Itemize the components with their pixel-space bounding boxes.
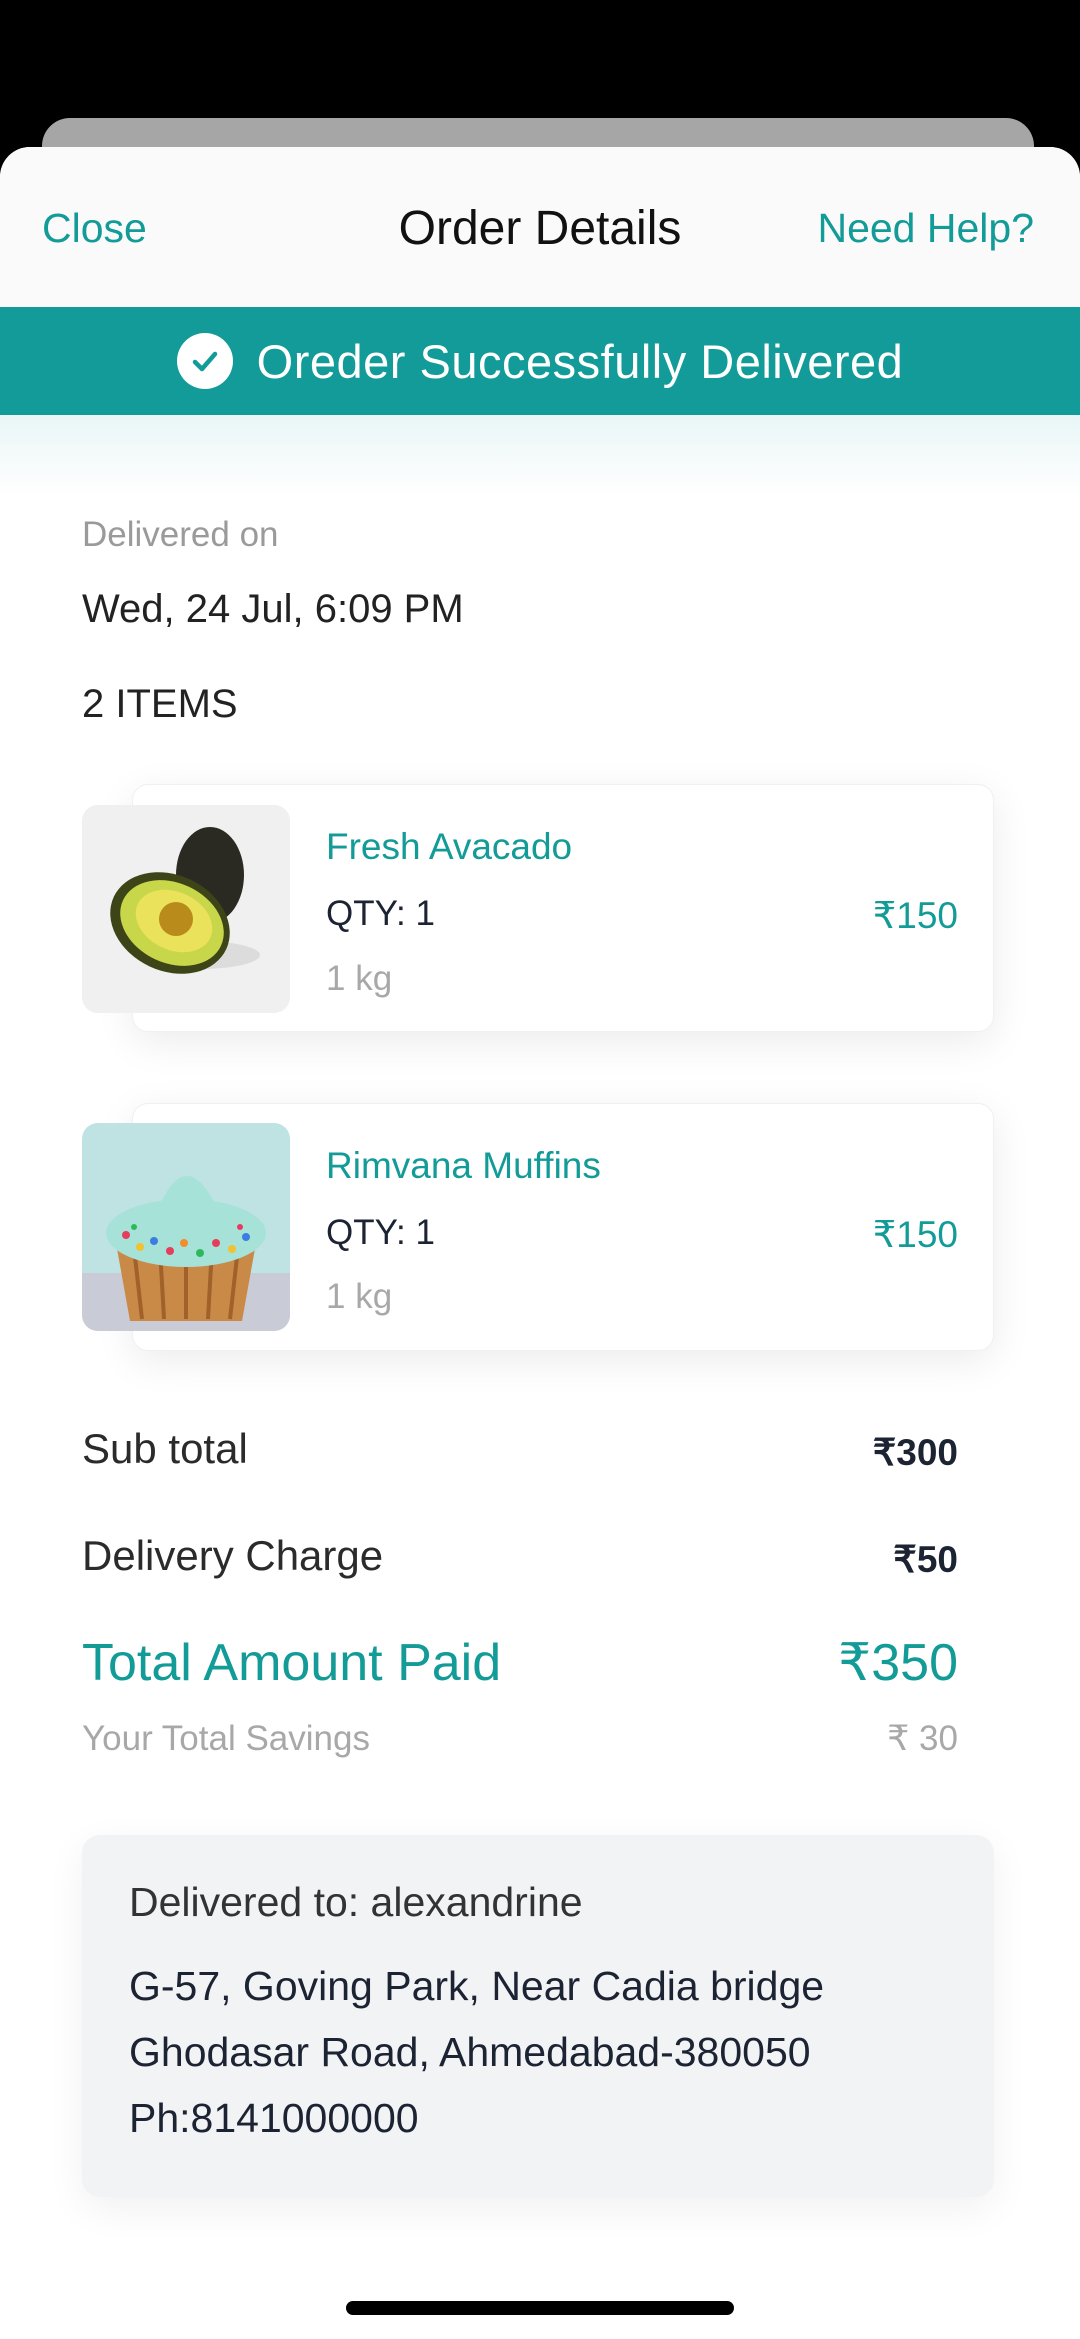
subtotal-value: ₹300 bbox=[872, 1432, 958, 1473]
delivery-address-card: Delivered to: alexandrine G-57, Goving P… bbox=[82, 1835, 994, 2197]
delivery-charge-label: Delivery Charge bbox=[82, 1532, 384, 1579]
header: Close Order Details Need Help? bbox=[0, 147, 1080, 307]
item-price: ₹150 bbox=[872, 1214, 958, 1255]
item-price: ₹150 bbox=[872, 895, 958, 936]
delivered-on-label: Delivered on bbox=[82, 515, 279, 554]
delivered-date: Wed, 24 Jul, 6:09 PM bbox=[82, 587, 464, 631]
subtotal-label: Sub total bbox=[82, 1425, 248, 1472]
savings-value: ₹ 30 bbox=[887, 1719, 958, 1758]
address-line-1: G-57, Goving Park, Near Cadia bridge bbox=[129, 1963, 825, 2009]
delivered-to-title: Delivered to: alexandrine bbox=[129, 1879, 583, 1925]
item-name: Rimvana Muffins bbox=[326, 1145, 601, 1186]
check-circle-icon bbox=[176, 333, 233, 389]
item-qty: QTY: 1 bbox=[326, 894, 435, 933]
savings-label: Your Total Savings bbox=[82, 1719, 370, 1758]
delivered-banner: Oreder Successfully Delivered bbox=[0, 307, 1080, 415]
order-details-sheet: Close Order Details Need Help? Oreder Su… bbox=[0, 147, 1080, 2339]
banner-text: Oreder Successfully Delivered bbox=[256, 334, 904, 388]
total-amount-value: ₹350 bbox=[838, 1634, 958, 1692]
total-amount-label: Total Amount Paid bbox=[82, 1634, 502, 1692]
item-weight: 1 kg bbox=[326, 959, 393, 998]
delivery-charge-value: ₹50 bbox=[893, 1539, 958, 1580]
item-name: Fresh Avacado bbox=[326, 826, 573, 867]
address-phone: Ph:8141000000 bbox=[129, 2095, 419, 2141]
banner-shadow bbox=[0, 415, 1080, 495]
item-weight: 1 kg bbox=[326, 1277, 393, 1316]
items-count: 2 ITEMS bbox=[82, 682, 238, 726]
home-indicator[interactable] bbox=[346, 2301, 734, 2315]
need-help-button[interactable]: Need Help? bbox=[817, 205, 1034, 252]
item-qty: QTY: 1 bbox=[326, 1213, 435, 1252]
avocado-image bbox=[82, 805, 290, 1013]
muffin-image bbox=[82, 1123, 290, 1331]
address-line-2: Ghodasar Road, Ahmedabad-380050 bbox=[129, 2029, 811, 2075]
